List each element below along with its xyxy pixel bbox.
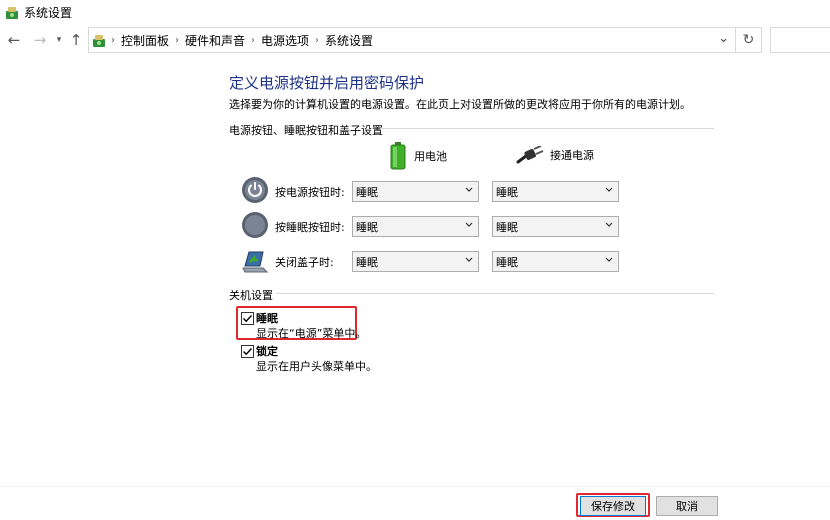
window-title: 系统设置 <box>24 5 73 20</box>
battery-icon <box>390 142 406 170</box>
battery-column-header: 用电池 <box>388 142 447 170</box>
sleep-button-battery-select[interactable]: 睡眠 <box>352 216 479 237</box>
select-value: 睡眠 <box>356 185 378 199</box>
laptop-lid-icon <box>242 251 269 273</box>
save-button[interactable]: 保存修改 <box>580 496 646 516</box>
breadcrumb-control-panel[interactable]: 控制面板 <box>121 32 169 49</box>
checkmark-icon <box>243 315 253 323</box>
sleep-button-label: 按睡眠按钮时: <box>275 221 345 234</box>
chevron-down-icon <box>605 257 613 262</box>
select-value: 睡眠 <box>356 220 378 234</box>
system-settings-window: 系统设置 ← → ▾ ↑ › 控制面板 › 硬件和声音 › 电源选项 › 系统设… <box>0 0 830 520</box>
sleep-option-label[interactable]: 睡眠 <box>256 310 278 326</box>
shutdown-section-title: 关机设置 <box>229 289 273 302</box>
plugged-in-column-label: 接通电源 <box>550 149 594 162</box>
chevron-down-icon <box>465 222 473 227</box>
power-button-plugged-select[interactable]: 睡眠 <box>492 181 619 202</box>
breadcrumb-system-settings[interactable]: 系统设置 <box>325 32 373 49</box>
page-description: 选择要为你的计算机设置的电源设置。在此页上对设置所做的更改将应用于你所有的电源计… <box>229 98 691 111</box>
section-divider <box>276 293 714 294</box>
sleep-button-icon <box>242 212 268 238</box>
navigation-bar: ← → ▾ ↑ › 控制面板 › 硬件和声音 › 电源选项 › 系统设置 ⌄ ↻ <box>0 26 830 54</box>
address-dropdown-chevron-icon[interactable]: ⌄ <box>718 31 729 46</box>
chevron-down-icon <box>465 187 473 192</box>
sleep-checkbox[interactable] <box>241 312 254 325</box>
section-divider <box>380 128 714 129</box>
forward-arrow-icon[interactable]: → <box>30 30 50 50</box>
chevron-down-icon <box>465 257 473 262</box>
recent-locations-chevron-icon[interactable]: ▾ <box>52 30 66 50</box>
breadcrumb-power-options[interactable]: 电源选项 <box>261 32 309 49</box>
sleep-button-plugged-select[interactable]: 睡眠 <box>492 216 619 237</box>
select-value: 睡眠 <box>496 220 518 234</box>
breadcrumb-separator-icon[interactable]: › <box>251 35 255 46</box>
control-panel-icon <box>93 35 105 47</box>
power-button-label: 按电源按钮时: <box>275 186 345 199</box>
page-title: 定义电源按钮并启用密码保护 <box>229 74 425 92</box>
lock-option-label[interactable]: 锁定 <box>256 343 278 359</box>
power-button-battery-select[interactable]: 睡眠 <box>352 181 479 202</box>
lock-option-description: 显示在用户头像菜单中。 <box>256 360 377 373</box>
control-panel-app-icon <box>6 7 18 19</box>
battery-column-label: 用电池 <box>414 150 447 163</box>
title-bar: 系统设置 <box>0 0 830 24</box>
footer-divider <box>0 486 830 487</box>
breadcrumb-separator-icon: › <box>111 34 115 46</box>
sleep-option-description: 显示在“电源”菜单中。 <box>256 327 367 340</box>
lock-checkbox[interactable] <box>241 345 254 358</box>
plugged-in-column-header: 接通电源 <box>516 146 594 164</box>
cancel-button[interactable]: 取消 <box>656 496 718 516</box>
refresh-icon[interactable]: ↻ <box>736 27 762 53</box>
breadcrumb-separator-icon[interactable]: › <box>175 35 179 46</box>
breadcrumb-hardware-sound[interactable]: 硬件和声音 <box>185 32 245 49</box>
chevron-down-icon <box>605 222 613 227</box>
breadcrumb-separator-icon[interactable]: › <box>315 35 319 46</box>
power-section-title: 电源按钮、睡眠按钮和盖子设置 <box>229 124 383 137</box>
back-arrow-icon[interactable]: ← <box>4 30 24 50</box>
chevron-down-icon <box>605 187 613 192</box>
select-value: 睡眠 <box>356 255 378 269</box>
power-button-icon <box>242 177 268 203</box>
lid-close-label: 关闭盖子时: <box>275 256 334 269</box>
search-input[interactable] <box>770 27 830 53</box>
checkmark-icon <box>243 348 253 356</box>
select-value: 睡眠 <box>496 255 518 269</box>
lid-close-battery-select[interactable]: 睡眠 <box>352 251 479 272</box>
select-value: 睡眠 <box>496 185 518 199</box>
power-plug-icon <box>516 146 544 164</box>
up-arrow-icon[interactable]: ↑ <box>66 30 86 50</box>
address-bar[interactable]: › 控制面板 › 硬件和声音 › 电源选项 › 系统设置 ⌄ <box>88 27 736 53</box>
lid-close-plugged-select[interactable]: 睡眠 <box>492 251 619 272</box>
